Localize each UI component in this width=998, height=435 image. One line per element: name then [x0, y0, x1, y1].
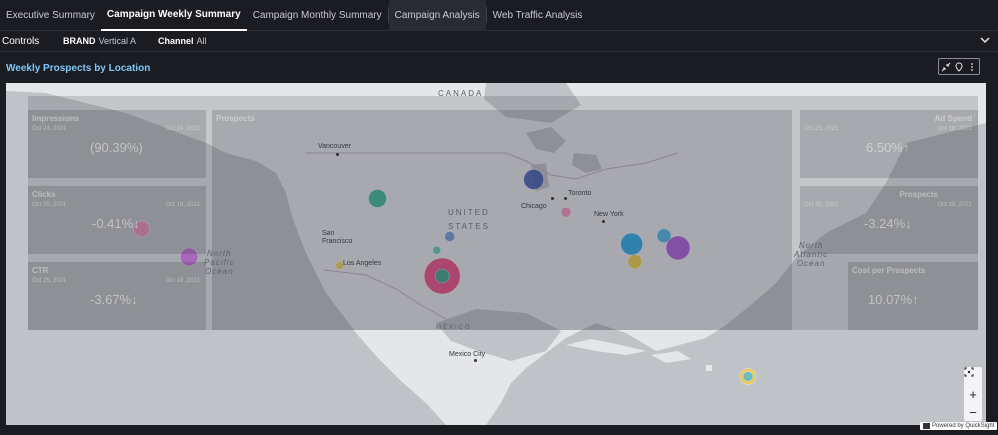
- ghost-tile-clicks: Clicks Oct 25, 2021 Oct 18, 2021 -0.41%↓: [28, 186, 206, 254]
- visual-title: Weekly Prospects by Location: [6, 63, 151, 74]
- city-label-vancouver: Vancouver: [318, 143, 351, 150]
- controls-label[interactable]: Controls: [0, 36, 63, 47]
- dashboard-ghost-overlay: Impressions Oct 24, 2021 Oct 24, 2021 (9…: [28, 96, 978, 330]
- dashboard-app: Executive Summary Campaign Weekly Summar…: [0, 0, 998, 435]
- city-label-chicago: Chicago: [521, 203, 547, 210]
- ghost-tile-date: Oct 25, 2021: [804, 126, 839, 132]
- ghost-tile-date: Oct 25, 2021: [32, 278, 67, 284]
- ghost-tile-date: Oct 18, 2021: [165, 278, 200, 284]
- visual-toolbar: [938, 58, 980, 75]
- ghost-tile-ctr: CTR Oct 25, 2021 Oct 18, 2021 -3.67%↓: [28, 262, 206, 330]
- powered-by-text: Powered by QuickSight: [932, 423, 995, 429]
- powered-by-badge: Powered by QuickSight: [920, 422, 998, 430]
- ghost-tile-value: 6.50%↑: [866, 140, 910, 155]
- zoom-out-button[interactable]: −: [964, 403, 982, 421]
- ghost-tile-value: -3.24%↓: [864, 216, 912, 231]
- zoom-in-button[interactable]: +: [964, 385, 982, 403]
- quicksight-logo-icon: [923, 423, 930, 429]
- ghost-tile-title: Cost per Prospects: [852, 266, 926, 275]
- ghost-tile-date: Oct 18, 2021: [937, 202, 972, 208]
- city-marker: [551, 197, 554, 200]
- city-marker: [564, 197, 567, 200]
- city-marker: [474, 359, 477, 362]
- city-label-mexico-city: Mexico City: [449, 351, 486, 358]
- country-label-united: UNITED: [448, 208, 490, 217]
- ghost-tile-value: (90.39%): [90, 140, 143, 155]
- brand-control-key: BRAND: [63, 36, 96, 46]
- ghost-tile-title: Clicks: [32, 190, 56, 199]
- city-marker: [336, 153, 339, 156]
- city-marker: [602, 220, 605, 223]
- ghost-tile-cost-per-prospects: Cost per Prospects 10.07%↑: [848, 262, 978, 330]
- ghost-tile-date: Oct 24, 2021: [165, 126, 200, 132]
- collapse-icon[interactable]: [941, 62, 951, 72]
- country-label-canada: CANADA: [438, 89, 484, 98]
- ghost-tile-value: -3.67%↓: [90, 292, 138, 307]
- controls-bar: Controls BRAND Vertical A Channel All: [0, 31, 998, 52]
- ocean-label-north-pacific: North Pacific Ocean: [204, 249, 235, 276]
- city-label-los-angeles: Los Angeles: [343, 260, 382, 267]
- brand-control-value: Vertical A: [98, 36, 137, 46]
- tab-web-traffic-analysis[interactable]: Web Traffic Analysis: [487, 0, 589, 31]
- ghost-tile-title: CTR: [32, 266, 49, 275]
- channel-control-key: Channel: [158, 36, 194, 46]
- tab-campaign-analysis[interactable]: Campaign Analysis: [388, 0, 486, 31]
- country-label-states: STATES: [448, 222, 490, 231]
- ghost-tile-title: Prospects: [899, 190, 938, 199]
- ghost-tile-date: Oct 25, 2021: [804, 202, 839, 208]
- ghost-tile-date: Oct 18, 2021: [165, 202, 200, 208]
- map-zoom-controls: + −: [964, 367, 982, 421]
- ghost-tile-prospects-treemap: Prospects: [212, 110, 792, 330]
- ocean-label-north-atlantic: North Atlantic Ocean: [794, 241, 829, 268]
- hispaniola-land: [651, 351, 691, 363]
- city-label-new-york: New York: [594, 211, 624, 218]
- ghost-tile-title: Ad Spend: [934, 114, 972, 123]
- location-bubble[interactable]: [742, 371, 754, 382]
- ghost-tile-title: Impressions: [32, 114, 80, 123]
- fit-bounds-button[interactable]: [964, 367, 982, 385]
- caribbean-lesser-land: [706, 365, 712, 371]
- tab-executive-summary[interactable]: Executive Summary: [0, 0, 101, 31]
- channel-control-value: All: [196, 36, 207, 46]
- fit-bounds-icon: [964, 367, 974, 377]
- chevron-down-icon[interactable]: [978, 33, 992, 47]
- focus-icon[interactable]: [954, 61, 964, 72]
- ghost-tile-value: 10.07%↑: [868, 292, 919, 307]
- country-label-mexico: MÉXICO: [436, 325, 472, 331]
- tab-campaign-monthly-summary[interactable]: Campaign Monthly Summary: [247, 0, 388, 31]
- sheet-tabs: Executive Summary Campaign Weekly Summar…: [0, 0, 998, 31]
- cuba-land: [566, 339, 646, 355]
- ghost-tile-date: Oct 25, 2021: [32, 202, 67, 208]
- ghost-tile-date: Oct 24, 2021: [32, 126, 67, 132]
- ghost-tile-date: Oct 18, 2021: [937, 126, 972, 132]
- channel-control[interactable]: Channel All: [158, 36, 207, 46]
- prospects-map[interactable]: Impressions Oct 24, 2021 Oct 24, 2021 (9…: [6, 83, 986, 425]
- brand-control[interactable]: BRAND Vertical A: [63, 36, 136, 46]
- ghost-tile-impressions: Impressions Oct 24, 2021 Oct 24, 2021 (9…: [28, 110, 206, 178]
- city-label-toronto: Toronto: [568, 190, 592, 197]
- city-label-san-francisco: San Francisco: [322, 230, 353, 245]
- more-options-icon[interactable]: [967, 62, 977, 72]
- ghost-tile-ad-spend: Ad Spend Oct 25, 2021 Oct 18, 2021 6.50%…: [800, 110, 978, 178]
- ghost-tile-value: -0.41%↓: [92, 216, 140, 231]
- tab-campaign-weekly-summary[interactable]: Campaign Weekly Summary: [100, 0, 247, 31]
- ghost-tile-title: Prospects: [216, 114, 255, 123]
